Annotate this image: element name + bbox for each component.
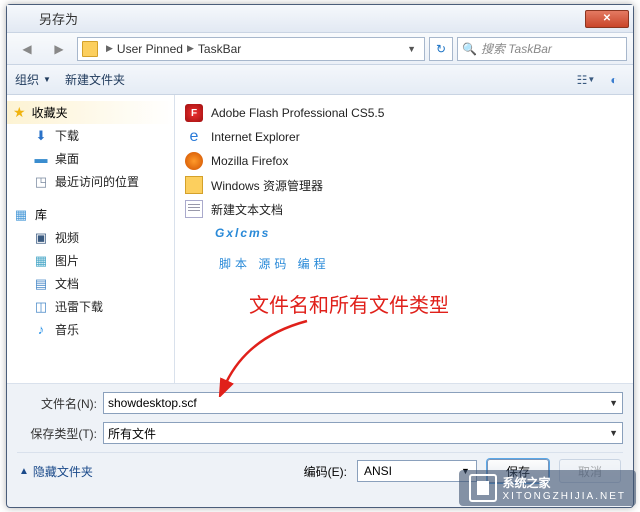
file-icon: [185, 176, 203, 194]
breadcrumb-seg-1[interactable]: TaskBar: [198, 42, 241, 56]
filename-field[interactable]: [108, 396, 609, 410]
file-icon: e: [185, 128, 203, 146]
sidebar-item[interactable]: ⬇ 下载: [7, 124, 174, 147]
filename-row: 文件名(N): ▼: [17, 392, 623, 414]
saveas-dialog: 另存为 ✕ ◀ ▶ ▶ User Pinned ▶ TaskBar ▼ ↻ 🔍 …: [6, 4, 634, 508]
search-placeholder: 搜索 TaskBar: [481, 40, 552, 57]
filetype-row: 保存类型(T): 所有文件 ▼: [17, 422, 623, 444]
item-label: 迅雷下载: [55, 298, 103, 315]
brand-icon: [469, 474, 497, 502]
new-folder-button[interactable]: 新建文件夹: [65, 71, 125, 88]
sidebar: ★ 收藏夹 ⬇ 下载 ▬ 桌面 ◳ 最近访问的位置 ▦ 库 ▣ 视频 ▦ 图片 ▤ 文档 ◫ 迅雷下载 ♪…: [7, 95, 175, 383]
refresh-button[interactable]: ↻: [429, 37, 453, 61]
body-area: ★ 收藏夹 ⬇ 下载 ▬ 桌面 ◳ 最近访问的位置 ▦ 库 ▣ 视频 ▦ 图片 ▤ 文档 ◫ 迅雷下载 ♪…: [7, 95, 633, 383]
item-label: 视频: [55, 229, 79, 246]
search-icon: 🔍: [462, 42, 477, 56]
filename-label: 文件名(N):: [17, 395, 97, 412]
file-label: Internet Explorer: [211, 130, 300, 144]
app-icon: [17, 11, 33, 27]
item-label: 图片: [55, 252, 79, 269]
encoding-label: 编码(E):: [304, 463, 347, 480]
favorites-label: 收藏夹: [32, 104, 68, 121]
encoding-value: ANSI: [364, 464, 392, 478]
item-label: 桌面: [55, 150, 79, 167]
close-button[interactable]: ✕: [585, 10, 629, 28]
item-label: 文档: [55, 275, 79, 292]
back-button[interactable]: ◀: [13, 36, 41, 62]
sidebar-item[interactable]: ▦ 图片: [7, 249, 174, 272]
breadcrumb-dropdown[interactable]: ▼: [403, 44, 420, 54]
file-label: Mozilla Firefox: [211, 154, 288, 168]
file-item[interactable]: Mozilla Firefox: [175, 149, 633, 173]
watermark-sub: 脚本 源码 编程: [219, 257, 330, 271]
help-button[interactable]: ◐: [603, 70, 625, 90]
collapse-icon: ▲: [19, 466, 29, 477]
chevron-down-icon: ▼: [43, 75, 51, 84]
item-icon: ▣: [33, 230, 49, 246]
chevron-down-icon[interactable]: ▼: [609, 398, 618, 408]
brand-name: 系统之家: [503, 476, 551, 490]
item-icon: ◫: [33, 299, 49, 315]
file-item[interactable]: Windows 资源管理器: [175, 173, 633, 197]
breadcrumb-seg-0[interactable]: User Pinned: [117, 42, 183, 56]
brand-url: XITONGZHIJIA.NET: [503, 491, 627, 502]
forward-button: ▶: [45, 36, 73, 62]
file-label: Adobe Flash Professional CS5.5: [211, 106, 384, 120]
item-icon: ▦: [33, 253, 49, 269]
item-label: 下载: [55, 127, 79, 144]
filetype-select[interactable]: 所有文件 ▼: [103, 422, 623, 444]
chevron-down-icon[interactable]: ▼: [609, 428, 618, 438]
chevron-right-icon: ▶: [187, 43, 194, 54]
filetype-value: 所有文件: [108, 425, 156, 442]
item-icon: ⬇: [33, 128, 49, 144]
breadcrumb[interactable]: ▶ User Pinned ▶ TaskBar ▼: [77, 37, 425, 61]
file-icon: [185, 200, 203, 218]
organize-label: 组织: [15, 71, 39, 88]
item-icon: ◳: [33, 174, 49, 190]
sidebar-item[interactable]: ◫ 迅雷下载: [7, 295, 174, 318]
nav-row: ◀ ▶ ▶ User Pinned ▶ TaskBar ▼ ↻ 🔍 搜索 Tas…: [7, 33, 633, 65]
sidebar-item[interactable]: ▣ 视频: [7, 226, 174, 249]
item-icon: ▤: [33, 276, 49, 292]
star-icon: ★: [13, 104, 26, 121]
watermark-main: Gxlcms: [215, 226, 270, 240]
sidebar-item[interactable]: ▤ 文档: [7, 272, 174, 295]
brand-overlay: 系统之家 XITONGZHIJIA.NET: [459, 470, 637, 506]
library-header[interactable]: ▦ 库: [7, 203, 174, 226]
watermark: Gxlcms 脚本 源码 编程: [215, 213, 330, 275]
titlebar: 另存为 ✕: [7, 5, 633, 33]
search-input[interactable]: 🔍 搜索 TaskBar: [457, 37, 627, 61]
new-folder-label: 新建文件夹: [65, 71, 125, 88]
item-icon: ▬: [33, 151, 49, 167]
organize-button[interactable]: 组织 ▼: [15, 71, 51, 88]
file-label: Windows 资源管理器: [211, 177, 323, 194]
file-list: F Adobe Flash Professional CS5.5 e Internet…: [175, 95, 633, 383]
item-label: 音乐: [55, 321, 79, 338]
view-options-button[interactable]: ☷ ▼: [575, 70, 597, 90]
folder-icon: [82, 41, 98, 57]
filename-input[interactable]: ▼: [103, 392, 623, 414]
file-icon: F: [185, 104, 203, 122]
sidebar-item[interactable]: ◳ 最近访问的位置: [7, 170, 174, 193]
library-icon: ▦: [13, 207, 29, 223]
hide-folders-label: 隐藏文件夹: [33, 463, 93, 480]
library-group: ▦ 库 ▣ 视频 ▦ 图片 ▤ 文档 ◫ 迅雷下载 ♪ 音乐: [7, 203, 174, 341]
sidebar-item[interactable]: ▬ 桌面: [7, 147, 174, 170]
hide-folders-button[interactable]: ▲ 隐藏文件夹: [19, 463, 93, 480]
toolbar: 组织 ▼ 新建文件夹 ☷ ▼ ◐: [7, 65, 633, 95]
sidebar-item[interactable]: ♪ 音乐: [7, 318, 174, 341]
item-label: 最近访问的位置: [55, 173, 139, 190]
file-item[interactable]: e Internet Explorer: [175, 125, 633, 149]
annotation-text: 文件名和所有文件类型: [249, 289, 449, 318]
item-icon: ♪: [33, 322, 49, 338]
favorites-group: ★ 收藏夹 ⬇ 下载 ▬ 桌面 ◳ 最近访问的位置: [7, 101, 174, 193]
window-title: 另存为: [39, 9, 585, 28]
file-item[interactable]: F Adobe Flash Professional CS5.5: [175, 101, 633, 125]
chevron-right-icon: ▶: [106, 43, 113, 54]
filetype-label: 保存类型(T):: [17, 425, 97, 442]
favorites-header[interactable]: ★ 收藏夹: [7, 101, 174, 124]
library-label: 库: [35, 206, 47, 223]
file-icon: [185, 152, 203, 170]
